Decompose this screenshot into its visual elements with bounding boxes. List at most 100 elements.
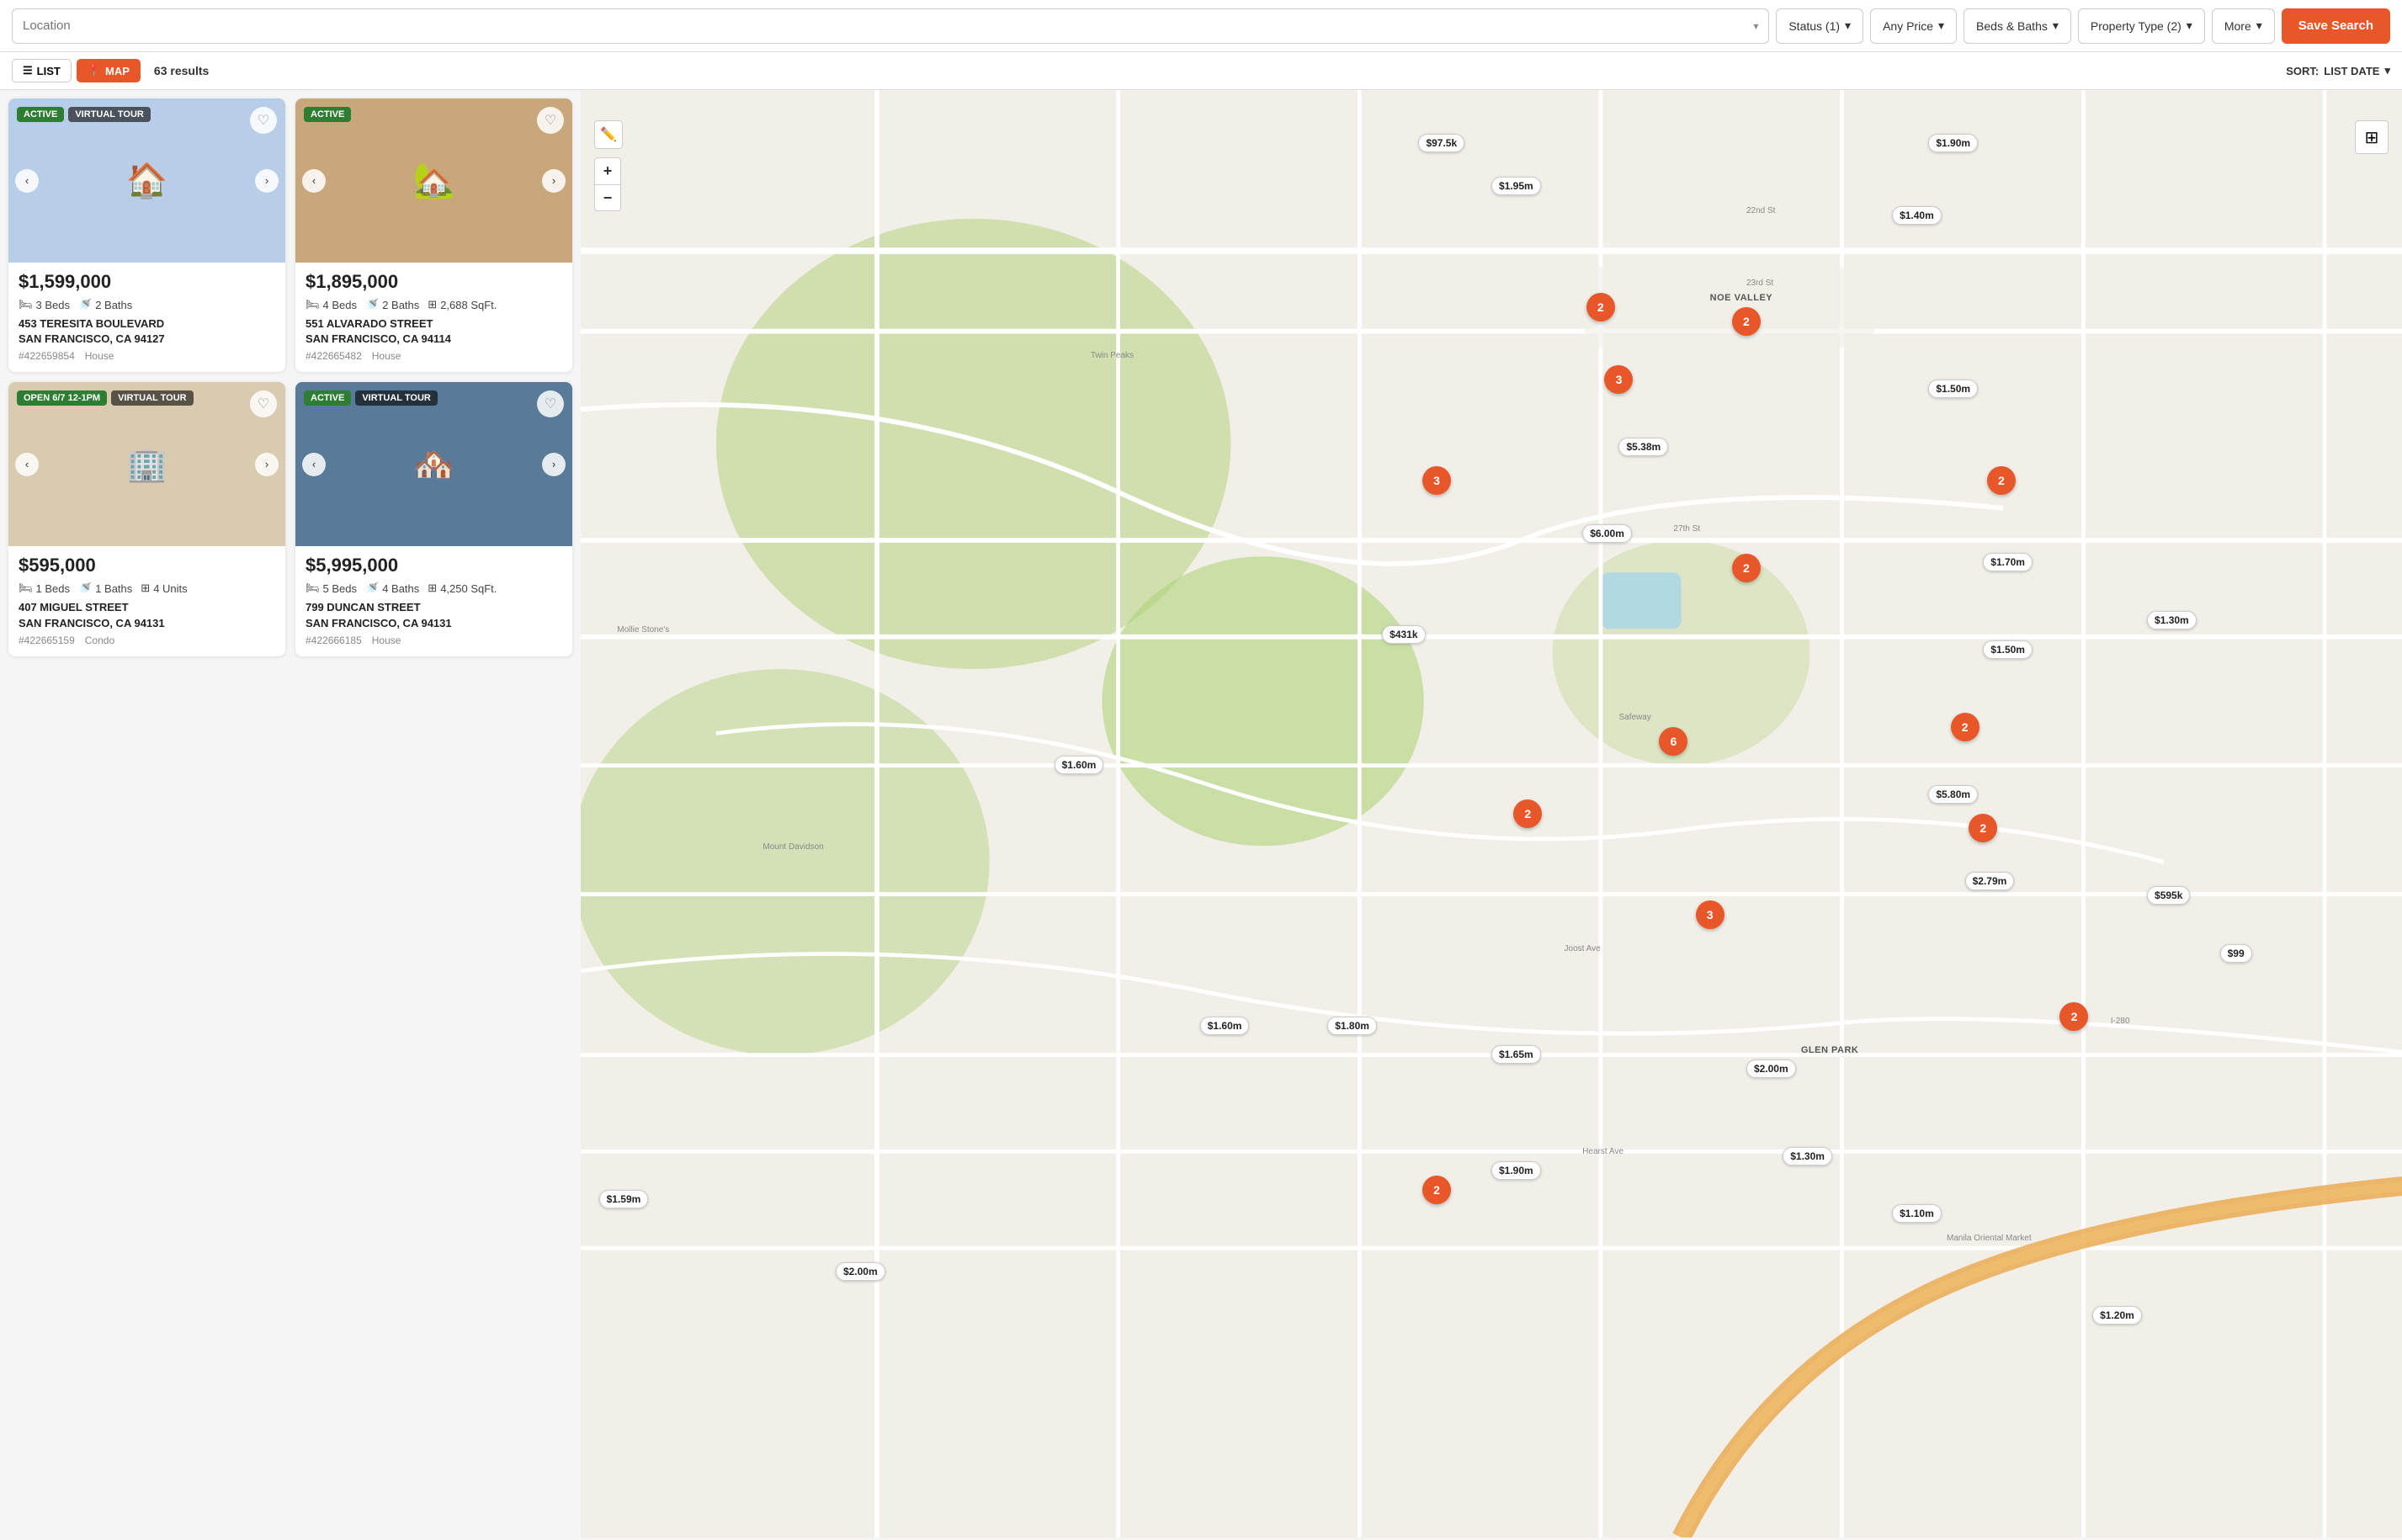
baths-value: 2 Baths: [95, 299, 132, 311]
listing-card[interactable]: 🏡 ACTIVE ♡ ‹ › $1,895,000 🛏 4 Beds 🚿 2 B…: [295, 98, 572, 372]
map-price-pin[interactable]: $431k: [1382, 625, 1425, 644]
map-price-pin[interactable]: $97.5k: [1418, 134, 1464, 152]
map-cluster[interactable]: 2: [1586, 293, 1615, 321]
map-price-pin[interactable]: $2.79m: [1965, 872, 2015, 890]
price-filter-button[interactable]: Any Price ▾: [1870, 8, 1957, 44]
map-cluster[interactable]: 6: [1659, 727, 1687, 756]
beds-value: 4 Beds: [323, 299, 357, 311]
map-cluster[interactable]: 2: [1422, 1176, 1451, 1204]
card-info: $5,995,000 🛏 5 Beds 🚿 4 Baths ⊞ 4,250 Sq…: [295, 546, 572, 656]
listing-details: 🛏 5 Beds 🚿 4 Baths ⊞ 4,250 SqFt.: [306, 581, 562, 595]
baths-detail: 🚿 2 Baths: [365, 298, 419, 311]
map-price-pin[interactable]: $1.90m: [1928, 134, 1978, 152]
map-price-pin[interactable]: $1.60m: [1200, 1017, 1250, 1035]
map-cluster[interactable]: 2: [1513, 799, 1542, 828]
next-image-button[interactable]: ›: [255, 169, 279, 193]
sort-selector[interactable]: SORT: LIST DATE ▾: [2286, 64, 2390, 77]
card-image-placeholder: 🏠: [8, 98, 285, 263]
zoom-in-button[interactable]: +: [594, 157, 621, 184]
baths-detail: 🚿 2 Baths: [78, 298, 132, 311]
map-price-pin[interactable]: $1.50m: [1928, 380, 1978, 398]
beds-baths-filter-button[interactable]: Beds & Baths ▾: [1964, 8, 2071, 44]
card-badges: ACTIVE: [304, 107, 351, 122]
map-cluster[interactable]: 2: [1732, 554, 1761, 582]
draw-tool-button[interactable]: ✏️: [594, 120, 623, 149]
map-price-pin[interactable]: $1.59m: [599, 1190, 649, 1208]
map-price-pin[interactable]: $5.80m: [1928, 785, 1978, 804]
listing-type: House: [372, 350, 401, 362]
next-image-button[interactable]: ›: [542, 453, 566, 476]
zoom-out-button[interactable]: −: [594, 184, 621, 211]
more-filter-button[interactable]: More ▾: [2212, 8, 2275, 44]
next-image-button[interactable]: ›: [542, 169, 566, 193]
map-cluster[interactable]: 3: [1422, 466, 1451, 495]
location-input[interactable]: [23, 19, 1748, 33]
sub-bar: ☰ LIST 📍 MAP 63 results SORT: LIST DATE …: [0, 52, 2402, 90]
results-count: 63 results: [154, 64, 209, 77]
map-price-pin[interactable]: $1.50m: [1983, 640, 2033, 659]
sqft-detail: ⊞ 2,688 SqFt.: [428, 298, 497, 311]
map-price-pin[interactable]: $2.00m: [1746, 1059, 1796, 1078]
sqft-icon: ⊞: [428, 581, 437, 595]
prev-image-button[interactable]: ‹: [302, 169, 326, 193]
listing-card[interactable]: 🏠 ACTIVEVIRTUAL TOUR ♡ ‹ › $1,599,000 🛏 …: [8, 98, 285, 372]
status-filter-label: Status (1): [1788, 19, 1840, 33]
map-price-pin[interactable]: $1.65m: [1491, 1045, 1541, 1064]
listing-mls: #422665159: [19, 635, 75, 646]
map-price-pin[interactable]: $6.00m: [1582, 524, 1632, 543]
map-cluster[interactable]: 2: [1732, 307, 1761, 336]
more-chevron-icon: ▾: [2256, 19, 2262, 33]
bed-icon: 🛏: [306, 298, 320, 311]
listing-card[interactable]: 🏢 OPEN 6/7 12-1PMVIRTUAL TOUR ♡ ‹ › $595…: [8, 382, 285, 656]
beds-detail: 🛏 3 Beds: [19, 298, 70, 311]
map-price-pin[interactable]: $99: [2220, 944, 2252, 963]
badge-active: ACTIVE: [17, 107, 64, 122]
location-input-wrap[interactable]: ▾: [12, 8, 1769, 44]
map-price-pin[interactable]: $5.38m: [1618, 438, 1668, 456]
prev-image-button[interactable]: ‹: [15, 169, 39, 193]
beds-detail: 🛏 4 Beds: [306, 298, 357, 311]
map-price-pin[interactable]: $1.80m: [1327, 1017, 1377, 1035]
prev-image-button[interactable]: ‹: [302, 453, 326, 476]
map-cluster[interactable]: 2: [1969, 814, 1997, 842]
listing-meta: #422665482 House: [306, 350, 562, 362]
map-price-pin[interactable]: $1.90m: [1491, 1161, 1541, 1180]
status-filter-button[interactable]: Status (1) ▾: [1776, 8, 1863, 44]
listing-card[interactable]: 🏘️ ACTIVEVIRTUAL TOUR ♡ ‹ › $5,995,000 🛏…: [295, 382, 572, 656]
map-cluster[interactable]: 2: [2059, 1002, 2088, 1031]
listing-price: $1,895,000: [306, 271, 562, 293]
bath-icon: 🚿: [365, 581, 379, 595]
map-price-pin[interactable]: $1.30m: [2147, 611, 2197, 629]
map-cluster[interactable]: 3: [1696, 900, 1724, 929]
map-panel[interactable]: NOE VALLEYGLEN PARK22nd St23rd St27th St…: [581, 90, 2402, 1537]
map-price-pin[interactable]: $1.70m: [1983, 553, 2033, 571]
listing-details: 🛏 1 Beds 🚿 1 Baths ⊞ 4 Units: [19, 581, 275, 595]
map-cluster[interactable]: 3: [1604, 365, 1633, 394]
map-price-pin[interactable]: $1.60m: [1055, 756, 1104, 774]
favorite-button[interactable]: ♡: [250, 107, 277, 134]
map-price-pin[interactable]: $1.95m: [1491, 177, 1541, 195]
bath-icon: 🚿: [78, 298, 92, 311]
map-price-pin[interactable]: $595k: [2147, 886, 2190, 905]
map-view-button[interactable]: 📍 MAP: [77, 59, 141, 82]
bed-icon: 🛏: [19, 581, 33, 595]
list-view-button[interactable]: ☰ LIST: [12, 59, 72, 82]
units-value: 4 Units: [153, 582, 187, 595]
map-price-pin[interactable]: $1.20m: [2092, 1306, 2142, 1325]
map-price-pin[interactable]: $1.30m: [1783, 1147, 1832, 1166]
next-image-button[interactable]: ›: [255, 453, 279, 476]
map-price-pin[interactable]: $2.00m: [836, 1262, 885, 1281]
map-price-pin[interactable]: $1.40m: [1892, 206, 1942, 225]
map-cluster[interactable]: 2: [1951, 713, 1980, 741]
prev-image-button[interactable]: ‹: [15, 453, 39, 476]
favorite-button[interactable]: ♡: [537, 107, 564, 134]
map-price-pin[interactable]: $1.10m: [1892, 1204, 1942, 1223]
map-layers-button[interactable]: ⊞: [2355, 120, 2389, 154]
property-type-filter-button[interactable]: Property Type (2) ▾: [2078, 8, 2205, 44]
sqft-value: 2,688 SqFt.: [440, 299, 497, 311]
card-info: $1,895,000 🛏 4 Beds 🚿 2 Baths ⊞ 2,688 Sq…: [295, 263, 572, 372]
save-search-button[interactable]: Save Search: [2282, 8, 2390, 44]
beds-detail: 🛏 1 Beds: [19, 581, 70, 595]
beds-value: 1 Beds: [36, 582, 70, 595]
map-cluster[interactable]: 2: [1987, 466, 2016, 495]
